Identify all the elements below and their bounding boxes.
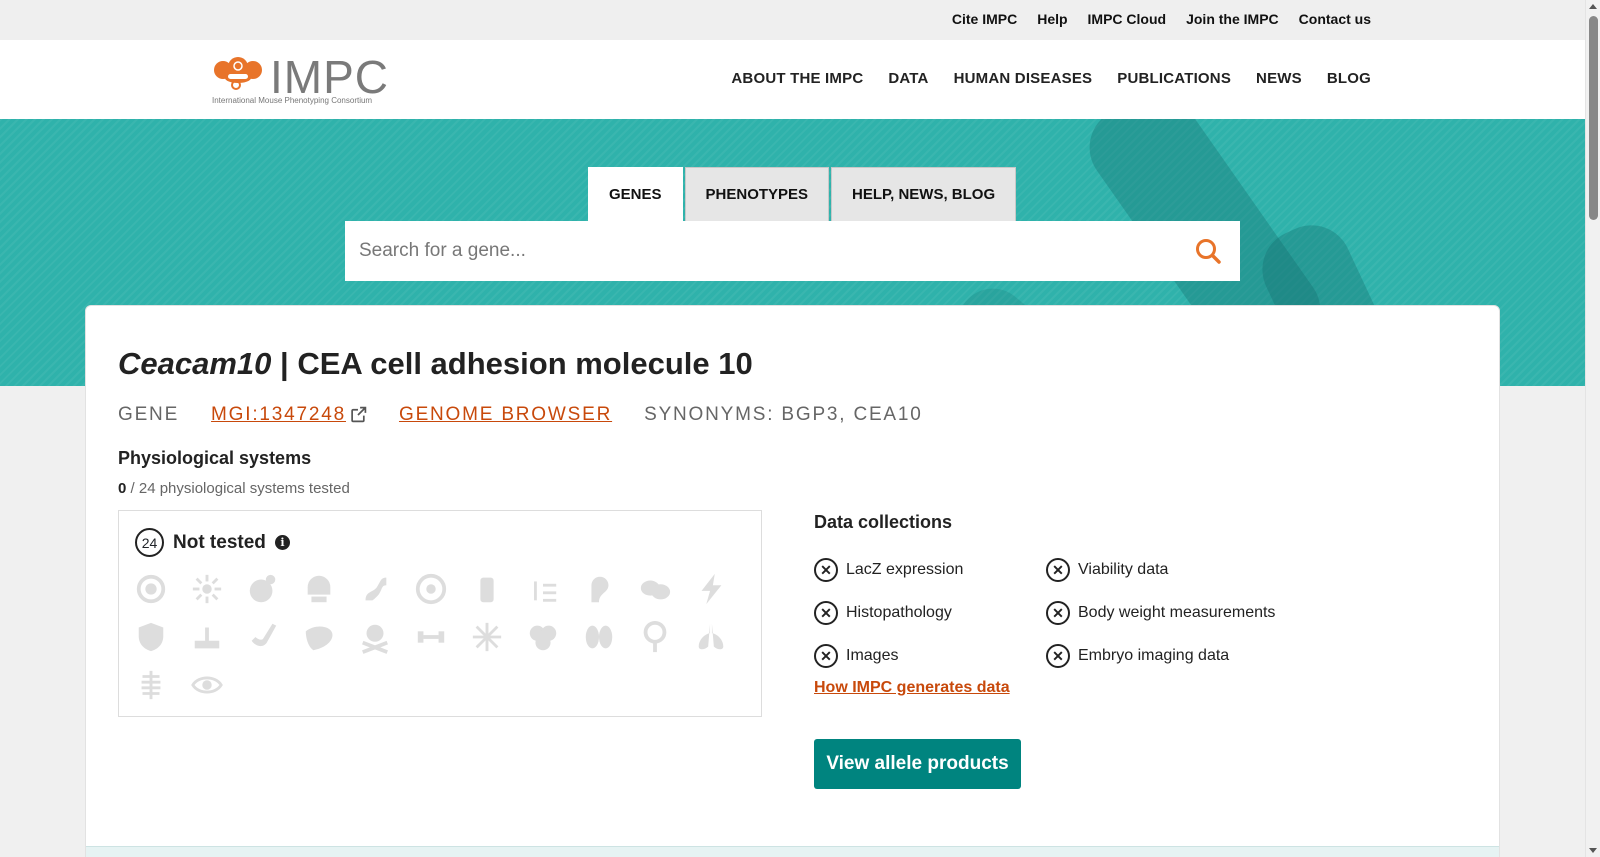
physiological-systems-title: Physiological systems: [118, 448, 312, 468]
gene-symbol: Ceacam10: [118, 346, 272, 381]
dc-label: Viability data: [1078, 560, 1169, 578]
nav-news[interactable]: NEWS: [1256, 70, 1302, 87]
search-box: [345, 221, 1240, 281]
mortality-icon[interactable]: [357, 619, 393, 655]
card-next-section: [86, 846, 1499, 857]
data-collections-title: Data collections: [814, 512, 953, 532]
dc-viability-data: ✕ Viability data: [1046, 548, 1306, 591]
unavailable-icon: ✕: [1046, 557, 1070, 582]
dc-label: Embryo imaging data: [1078, 646, 1230, 664]
site-header: IMPC International Mouse Phenotyping Con…: [0, 40, 1585, 119]
view-allele-products-button[interactable]: View allele products: [814, 739, 1021, 789]
nav-about[interactable]: ABOUT THE IMPC: [731, 70, 863, 87]
renal-icon[interactable]: [581, 619, 617, 655]
nav-human-diseases[interactable]: HUMAN DISEASES: [954, 70, 1093, 87]
integument-icon[interactable]: [189, 619, 225, 655]
data-collections-list: ✕ LacZ expression ✕ Viability data ✕ Histop…: [814, 548, 1306, 677]
tested-suffix: / 24 physiological systems tested: [126, 480, 350, 497]
not-tested-label: Not tested: [173, 531, 266, 553]
main-nav: ABOUT THE IMPC DATA HUMAN DISEASES PUBLI…: [731, 70, 1371, 87]
impc-cloud-link[interactable]: IMPC Cloud: [1088, 11, 1167, 27]
gene-type-label: GENE: [118, 404, 180, 425]
not-tested-panel: 24 Not tested i: [118, 510, 762, 717]
unavailable-icon: ✕: [814, 643, 838, 668]
tab-help-news-blog[interactable]: HELP, NEWS, BLOG: [831, 167, 1017, 221]
help-link[interactable]: Help: [1037, 11, 1067, 27]
behaviour-icon[interactable]: [637, 571, 673, 607]
craniofacial-icon[interactable]: [301, 571, 337, 607]
dc-histopathology: ✕ Histopathology: [814, 591, 1046, 634]
dc-body-weight: ✕ Body weight measurements: [1046, 591, 1306, 634]
limbs-icon[interactable]: [245, 619, 281, 655]
immune-icon[interactable]: [189, 571, 225, 607]
dc-label: LacZ expression: [846, 560, 964, 578]
homeostasis-icon[interactable]: [469, 571, 505, 607]
nav-blog[interactable]: BLOG: [1327, 70, 1371, 87]
systems-tested-count: 0 / 24 physiological systems tested: [118, 480, 350, 497]
gene-full-name: CEA cell adhesion molecule 10: [297, 346, 753, 381]
unavailable-icon: ✕: [1046, 643, 1070, 668]
liver-icon[interactable]: [301, 619, 337, 655]
nav-data[interactable]: DATA: [888, 70, 928, 87]
respiratory-icon[interactable]: [693, 619, 729, 655]
tab-phenotypes[interactable]: PHENOTYPES: [684, 167, 830, 221]
digestive-icon[interactable]: [357, 571, 393, 607]
join-impc-link[interactable]: Join the IMPC: [1186, 11, 1279, 27]
not-tested-header: 24 Not tested i: [135, 528, 290, 557]
growth-icon[interactable]: [245, 571, 281, 607]
dc-label: Images: [846, 646, 899, 664]
gene-card: Ceacam10 | CEA cell adhesion molecule 10…: [85, 305, 1500, 857]
gene-heading: Ceacam10 | CEA cell adhesion molecule 10: [118, 346, 753, 382]
skeleton-icon[interactable]: [133, 667, 169, 703]
scroll-up-icon[interactable]: [1589, 4, 1597, 9]
logo-tagline: International Mouse Phenotyping Consorti…: [212, 96, 373, 105]
cite-impc-link[interactable]: Cite IMPC: [952, 11, 1017, 27]
scroll-thumb[interactable]: [1589, 16, 1598, 220]
dc-lacz-expression: ✕ LacZ expression: [814, 548, 1046, 591]
hearing-icon[interactable]: [581, 571, 617, 607]
unavailable-icon: ✕: [814, 600, 838, 625]
utility-links: Cite IMPC Help IMPC Cloud Join the IMPC …: [952, 11, 1371, 27]
embryo-icon[interactable]: [133, 571, 169, 607]
growth-chart-icon[interactable]: [525, 571, 561, 607]
contact-us-link[interactable]: Contact us: [1299, 11, 1371, 27]
search-icon[interactable]: [1194, 237, 1222, 265]
dc-embryo-imaging: ✕ Embryo imaging data: [1046, 634, 1306, 677]
unavailable-icon: ✕: [814, 557, 838, 582]
eye-alt-icon[interactable]: [413, 571, 449, 607]
external-link-icon[interactable]: [350, 406, 367, 423]
muscle-icon[interactable]: [413, 619, 449, 655]
title-separator: |: [271, 346, 298, 381]
logo-mouse-icon: [214, 57, 262, 90]
gene-synonyms: SYNONYMS: BGP3, CEA10: [644, 404, 923, 425]
search-input[interactable]: [345, 221, 1165, 281]
immunity-icon[interactable]: [133, 619, 169, 655]
scroll-down-icon[interactable]: [1589, 848, 1597, 853]
nav-publications[interactable]: PUBLICATIONS: [1117, 70, 1231, 87]
pigmentation-icon[interactable]: [469, 619, 505, 655]
info-icon[interactable]: i: [274, 535, 290, 550]
nervous-icon[interactable]: [693, 571, 729, 607]
dc-label: Body weight measurements: [1078, 603, 1276, 621]
genome-browser-link[interactable]: GENOME BROWSER: [399, 404, 612, 426]
hematopoietic-icon[interactable]: [525, 619, 561, 655]
page-scrollbar[interactable]: [1585, 0, 1600, 857]
vision-icon[interactable]: [189, 667, 225, 703]
system-icons-grid: [133, 571, 753, 715]
search-tabs: GENES PHENOTYPES HELP, NEWS, BLOG: [588, 167, 1017, 221]
not-tested-count-badge: 24: [135, 528, 164, 557]
impc-logo[interactable]: IMPC International Mouse Phenotyping Con…: [212, 51, 388, 106]
utility-bar: Cite IMPC Help IMPC Cloud Join the IMPC …: [0, 0, 1585, 40]
mgi-link[interactable]: MGI:1347248: [211, 404, 346, 425]
reproductive-icon[interactable]: [637, 619, 673, 655]
dc-label: Histopathology: [846, 603, 952, 621]
gene-meta: GENE MGI:1347248 GENOME BROWSER SYNONYMS…: [118, 404, 923, 426]
mgi-link-wrap: MGI:1347248: [211, 404, 367, 426]
tab-genes[interactable]: GENES: [588, 167, 683, 221]
unavailable-icon: ✕: [1046, 600, 1070, 625]
dc-images: ✕ Images: [814, 634, 1046, 677]
how-impc-generates-data-link[interactable]: How IMPC generates data: [814, 679, 1010, 697]
